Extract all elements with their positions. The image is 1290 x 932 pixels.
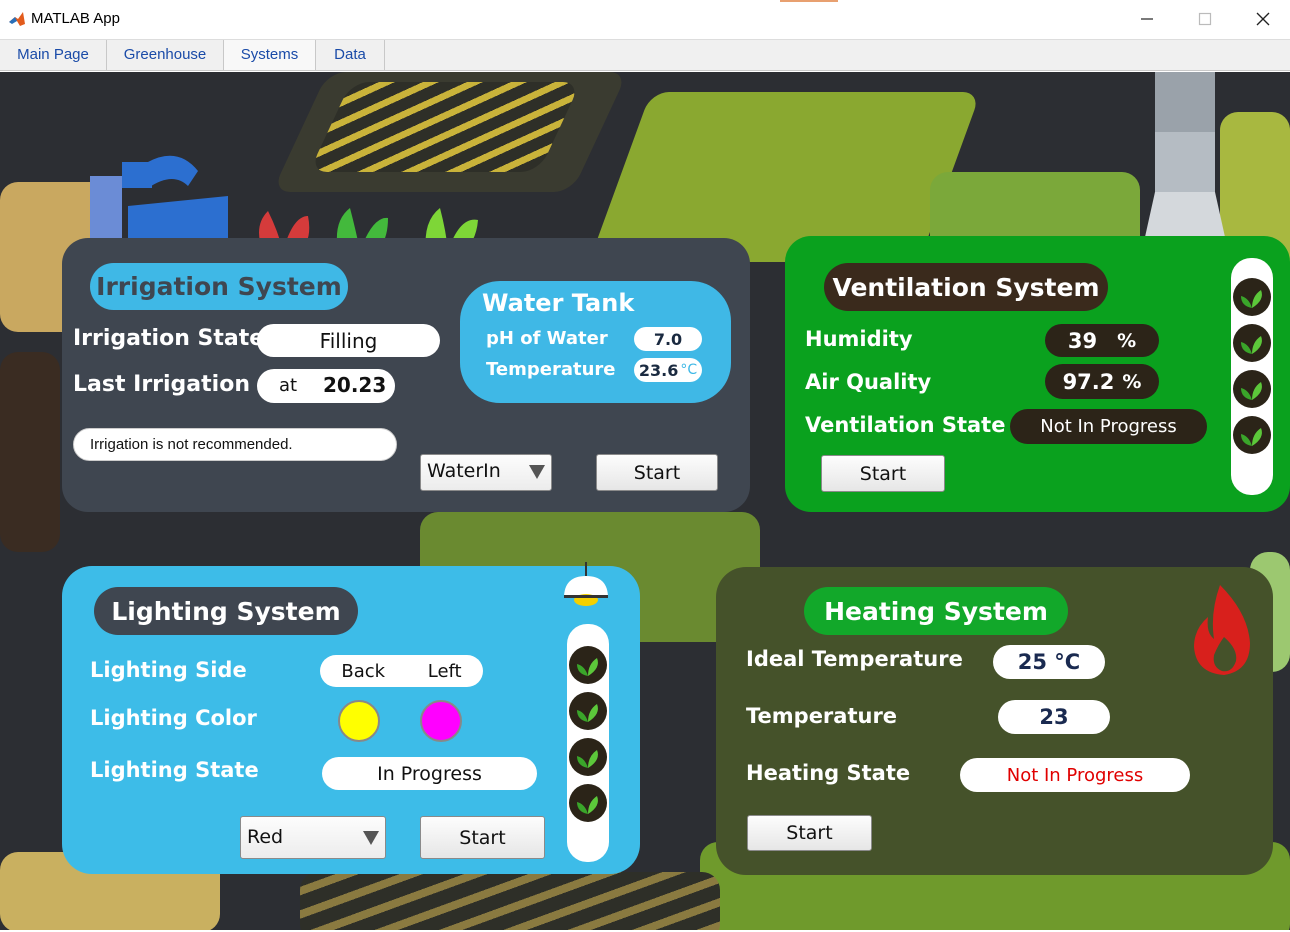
title-accent-line: [780, 0, 838, 2]
lighting-color-value: Red: [247, 826, 284, 848]
sprout-icon: [1233, 278, 1271, 316]
lighting-color-magenta-swatch[interactable]: [420, 700, 462, 742]
sprout-icon: [569, 738, 607, 776]
irrigation-start-button[interactable]: Start: [596, 454, 718, 491]
sprout-icon: [1233, 416, 1271, 454]
humidity-value: 39: [1067, 328, 1098, 353]
chevron-down-icon: [529, 465, 545, 479]
heating-panel: Heating System Ideal Temperature 25 °C T…: [716, 567, 1273, 875]
ventilation-state-label: Ventilation State: [805, 413, 1006, 437]
tab-systems[interactable]: Systems: [224, 40, 316, 70]
lighting-side-back: Back: [341, 660, 386, 682]
exhaust-hood-illustration: [1122, 72, 1228, 260]
irrigation-state-label: Irrigation State: [73, 326, 265, 351]
minimize-button[interactable]: [1118, 0, 1176, 38]
humidity-label: Humidity: [805, 327, 913, 351]
ventilation-panel: Ventilation System Humidity 39 % Air Qua…: [785, 236, 1290, 512]
lighting-side-field: Back Left: [320, 655, 483, 687]
chevron-down-icon: [363, 831, 379, 845]
lighting-color-dropdown[interactable]: Red: [240, 816, 386, 859]
tank-temperature-label: Temperature: [486, 359, 616, 380]
humidity-unit: %: [1117, 329, 1137, 352]
ventilation-title: Ventilation System: [824, 263, 1108, 311]
sprout-icon: [1233, 324, 1271, 362]
lighting-side-left: Left: [427, 660, 462, 682]
ideal-temperature-value: 25 °C: [993, 645, 1105, 679]
close-icon: [1256, 12, 1270, 26]
lamp-icon: [564, 562, 608, 606]
irrigation-message: Irrigation is not recommended.: [73, 428, 397, 461]
humidity-field: 39 %: [1045, 324, 1159, 357]
lighting-state-label: Lighting State: [90, 758, 259, 782]
maximize-icon: [1198, 12, 1212, 26]
ph-label: pH of Water: [486, 328, 608, 349]
tank-temperature-value: 23.6: [638, 360, 679, 380]
heating-temperature-value: 23: [998, 700, 1110, 734]
tab-main-page[interactable]: Main Page: [0, 40, 107, 70]
irrigation-state-field: Filling: [257, 324, 440, 357]
ideal-temperature-label: Ideal Temperature: [746, 647, 963, 671]
lighting-start-button[interactable]: Start: [420, 816, 545, 859]
air-quality-field: 97.2 %: [1045, 364, 1159, 399]
water-tank-title: Water Tank: [482, 289, 635, 317]
lighting-plant-indicator: [567, 624, 609, 862]
last-irrigation-label: Last Irrigation: [73, 372, 250, 397]
lighting-color-yellow-swatch[interactable]: [338, 700, 380, 742]
heating-state-label: Heating State: [746, 761, 911, 785]
window-title: MATLAB App: [31, 10, 120, 27]
ph-value: 7.0: [634, 327, 702, 351]
tab-bar: Main Page Greenhouse Systems Data: [0, 40, 1290, 71]
maximize-button[interactable]: [1176, 0, 1234, 38]
ventilation-start-button[interactable]: Start: [821, 455, 945, 492]
lighting-side-label: Lighting Side: [90, 658, 247, 682]
lighting-color-label: Lighting Color: [90, 706, 257, 730]
lighting-panel: Lighting System Lighting Side Back Left …: [62, 562, 640, 874]
lighting-state-field: In Progress: [322, 757, 537, 790]
heating-title: Heating System: [804, 587, 1068, 635]
lighting-title: Lighting System: [94, 587, 358, 635]
irrigation-panel: Irrigation System Irrigation State Filli…: [62, 238, 750, 512]
window-title-bar: MATLAB App: [0, 0, 1290, 40]
irrigation-mode-value: WaterIn: [427, 460, 501, 482]
air-quality-value: 97.2: [1062, 369, 1115, 394]
tab-greenhouse[interactable]: Greenhouse: [107, 40, 224, 70]
sprout-icon: [1233, 370, 1271, 408]
matlab-logo-icon: [8, 10, 26, 28]
sprout-icon: [569, 646, 607, 684]
sprout-icon: [569, 784, 607, 822]
irrigation-title: Irrigation System: [90, 263, 348, 310]
flame-icon: [1194, 585, 1250, 675]
heating-temperature-label: Temperature: [746, 704, 898, 728]
last-irrigation-field: at 20.23: [257, 369, 395, 403]
sprout-icon: [569, 692, 607, 730]
ventilation-state-field: Not In Progress: [1010, 409, 1207, 444]
tab-data[interactable]: Data: [316, 40, 385, 70]
tank-temperature-unit: °C: [680, 362, 698, 378]
air-quality-label: Air Quality: [805, 370, 932, 394]
last-irrigation-prefix: at: [279, 375, 298, 396]
heating-start-button[interactable]: Start: [747, 815, 872, 851]
close-button[interactable]: [1234, 0, 1290, 38]
ventilation-plant-indicator: [1231, 258, 1273, 495]
tank-temperature-field: 23.6 °C: [634, 358, 702, 382]
air-quality-unit: %: [1122, 370, 1142, 393]
minimize-icon: [1141, 18, 1153, 20]
heating-state-field: Not In Progress: [960, 758, 1190, 792]
last-irrigation-value: 20.23: [323, 373, 387, 397]
water-tank-panel: Water Tank pH of Water 7.0 Temperature 2…: [460, 281, 731, 403]
irrigation-mode-dropdown[interactable]: WaterIn: [420, 454, 552, 491]
